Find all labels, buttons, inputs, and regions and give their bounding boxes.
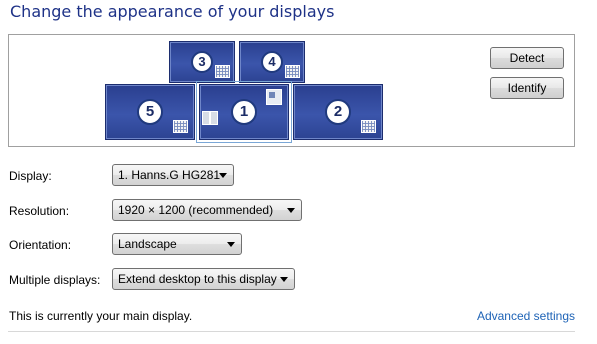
monitor-number-badge: 4 xyxy=(261,51,283,73)
display-select[interactable]: 1. Hanns.G HG281 xyxy=(112,164,234,186)
display-label: Display: xyxy=(9,169,52,183)
chevron-down-icon xyxy=(227,242,235,247)
taskbar-grid-icon xyxy=(285,65,300,78)
device-icon xyxy=(202,111,210,125)
taskbar-grid-icon xyxy=(215,65,230,78)
monitor-number-badge: 1 xyxy=(231,99,257,125)
page-title: Change the appearance of your displays xyxy=(10,2,335,21)
resolution-select-value: 1920 × 1200 (recommended) xyxy=(118,203,274,217)
identify-button[interactable]: Identify xyxy=(490,77,564,99)
multiple-displays-select[interactable]: Extend desktop to this display xyxy=(112,268,295,290)
multiple-displays-label: Multiple displays: xyxy=(9,273,101,287)
display-select-value: 1. Hanns.G HG281 xyxy=(118,168,221,182)
resolution-label: Resolution: xyxy=(9,204,70,218)
orientation-label: Orientation: xyxy=(9,238,72,252)
monitor-1[interactable]: 1 xyxy=(196,81,292,143)
monitor-4[interactable]: 4 xyxy=(239,41,305,83)
detect-button[interactable]: Detect xyxy=(490,47,564,69)
device-icon xyxy=(210,111,218,125)
monitor-number-badge: 5 xyxy=(137,99,163,125)
chevron-down-icon xyxy=(219,173,227,178)
monitor-2[interactable]: 2 xyxy=(293,84,383,140)
chevron-down-icon xyxy=(287,208,295,213)
divider xyxy=(8,331,575,332)
orientation-select-value: Landscape xyxy=(118,237,177,251)
monitor-number-badge: 2 xyxy=(325,99,351,125)
multiple-displays-select-value: Extend desktop to this display xyxy=(118,272,277,286)
orientation-select[interactable]: Landscape xyxy=(112,233,242,255)
taskbar-grid-icon xyxy=(173,120,188,133)
taskbar-grid-icon xyxy=(361,120,376,133)
monitor-number-badge: 3 xyxy=(191,51,213,73)
advanced-settings-link[interactable]: Advanced settings xyxy=(477,309,575,323)
resolution-select[interactable]: 1920 × 1200 (recommended) xyxy=(112,199,302,221)
window-icon xyxy=(266,89,282,105)
main-display-status: This is currently your main display. xyxy=(9,309,193,323)
monitor-5[interactable]: 5 xyxy=(105,84,195,140)
monitor-3[interactable]: 3 xyxy=(169,41,235,83)
display-arrangement-panel: 3 4 5 1 2 Detect Identify xyxy=(8,34,575,147)
chevron-down-icon xyxy=(280,277,288,282)
